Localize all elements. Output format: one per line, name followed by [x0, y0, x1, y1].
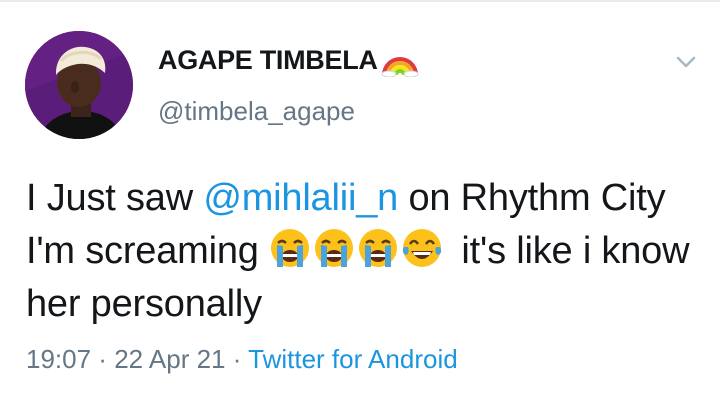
tweet-source-link[interactable]: Twitter for Android	[248, 344, 458, 374]
loudly-crying-face-icon	[313, 227, 355, 269]
chevron-down-icon[interactable]	[670, 46, 702, 78]
rainbow-icon	[381, 43, 419, 78]
divider	[0, 0, 720, 2]
author-display-name[interactable]: AGAPE TIMBELA	[158, 45, 378, 76]
meta-separator: ·	[91, 344, 115, 374]
tweet-time[interactable]: 19:07	[26, 344, 91, 374]
meta-separator: ·	[225, 344, 249, 374]
tweet-date[interactable]: 22 Apr 21	[114, 344, 225, 374]
tweet-text-segment: I Just saw	[26, 177, 204, 219]
tweet-card: AGAPE TIMBELA @timbela_agape I Just saw …	[0, 0, 720, 400]
face-with-tears-of-joy-icon	[401, 227, 443, 269]
author-handle[interactable]: @timbela_agape	[158, 96, 355, 127]
loudly-crying-face-icon	[269, 227, 311, 269]
avatar[interactable]	[25, 31, 133, 139]
tweet-meta: 19:07 · 22 Apr 21 · Twitter for Android	[26, 344, 458, 375]
mention-link[interactable]: @mihlalii_n	[203, 177, 398, 219]
tweet-text: I Just saw @mihlalii_n on Rhythm City I'…	[26, 172, 706, 331]
emoji-group	[269, 227, 443, 269]
loudly-crying-face-icon	[357, 227, 399, 269]
author-name-row[interactable]: AGAPE TIMBELA	[158, 43, 419, 78]
